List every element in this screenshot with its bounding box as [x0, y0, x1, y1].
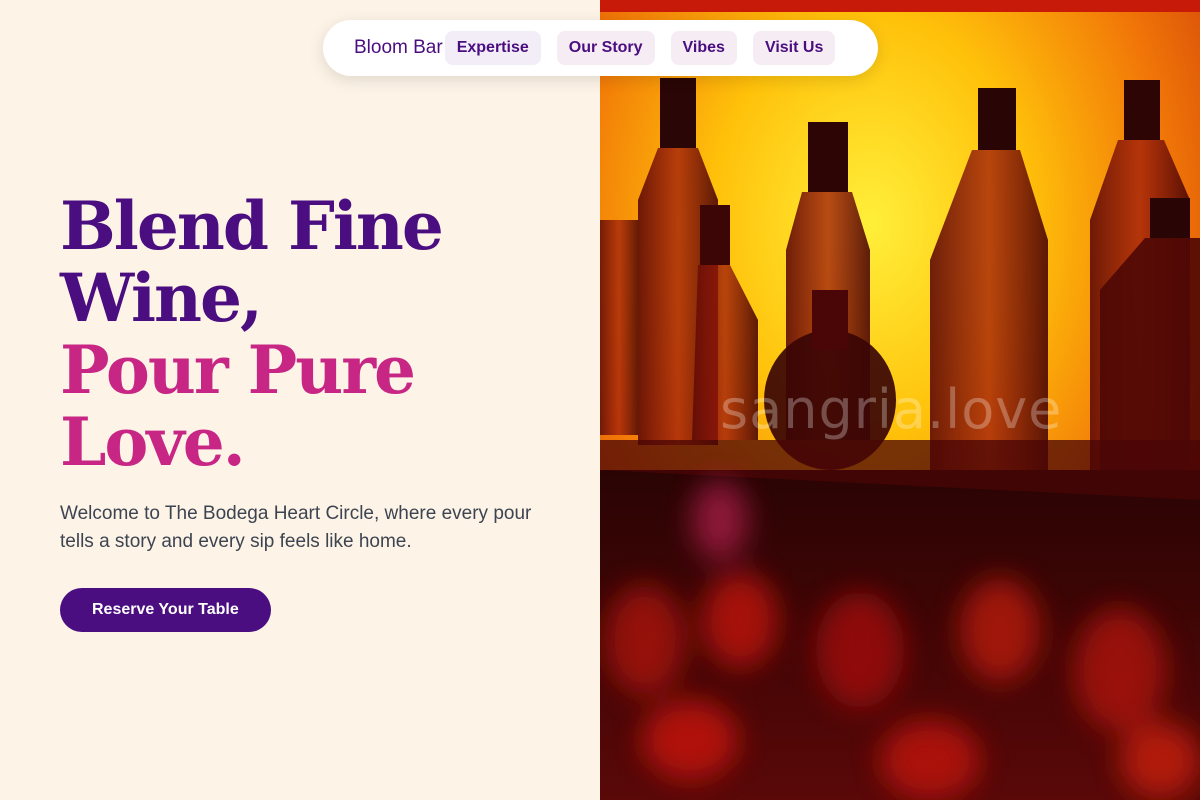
headline-line-3: Pour Pure — [60, 331, 416, 409]
reserve-table-button[interactable]: Reserve Your Table — [60, 588, 271, 632]
headline-line-2: Wine, — [60, 259, 263, 337]
headline-line-4: Love. — [60, 403, 246, 481]
hero-content: Blend Fine Wine, Pour Pure Love. Welcome… — [60, 190, 560, 632]
nav-link-our-story[interactable]: Our Story — [556, 31, 655, 65]
nav-link-expertise[interactable]: Expertise — [444, 31, 541, 65]
headline-line-1: Blend Fine — [60, 187, 444, 265]
bottle-1 — [600, 220, 638, 435]
hero-subtitle: Welcome to The Bodega Heart Circle, wher… — [60, 503, 532, 552]
nav-link-visit-us[interactable]: Visit Us — [752, 31, 836, 65]
hero-headline: Blend Fine Wine, Pour Pure Love. — [60, 190, 560, 478]
nav-link-vibes[interactable]: Vibes — [670, 31, 737, 65]
nav-links: Expertise Our Story Vibes Visit Us — [444, 31, 836, 65]
watermark-text: sangria.love — [720, 378, 1063, 441]
top-navigation: Bloom Bar Expertise Our Story Vibes Visi… — [323, 20, 878, 76]
brand-logo[interactable]: Bloom Bar — [354, 37, 443, 59]
